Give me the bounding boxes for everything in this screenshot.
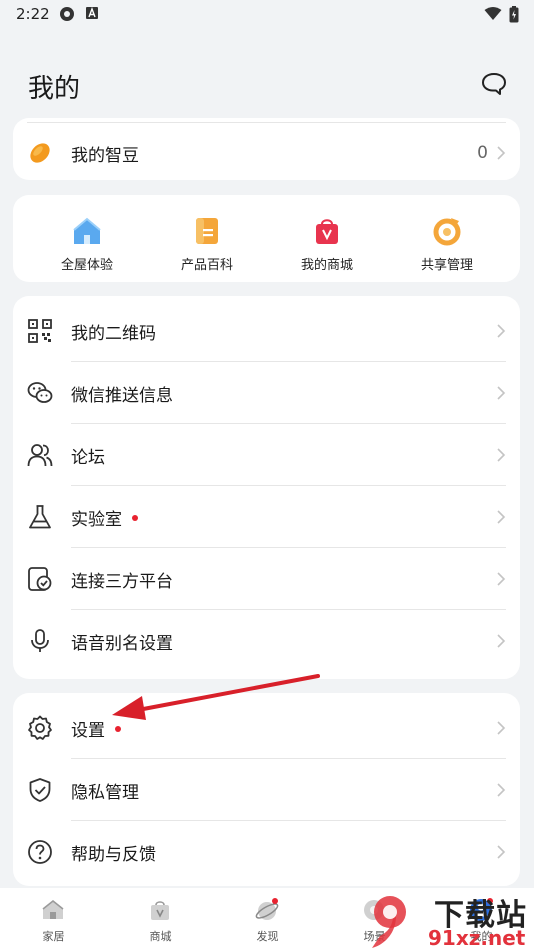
menu-item-label: 论坛	[71, 447, 105, 468]
book-icon	[196, 218, 218, 244]
users-icon	[27, 444, 53, 467]
menu-item-text: 设置	[71, 720, 105, 741]
red-dot-badge	[115, 725, 121, 732]
watermark: 下载站 91xz.net	[366, 892, 534, 950]
quick-action-label: 我的商城	[300, 258, 353, 273]
message-icon[interactable]	[480, 70, 508, 98]
menu-item-voice-alias[interactable]: 语音别名设置	[13, 610, 520, 672]
qr-code-icon	[28, 319, 52, 343]
notification-app-icon	[60, 7, 74, 21]
chevron-right-icon	[497, 634, 506, 648]
menu-item-wechat-push[interactable]: 微信推送信息	[13, 362, 520, 424]
house-icon	[73, 217, 101, 244]
chevron-right-icon	[497, 448, 506, 462]
menu-item-label: 设置	[71, 716, 121, 741]
quick-action-my-mall[interactable]: 我的商城	[267, 195, 387, 282]
gear-icon	[28, 715, 52, 740]
menu-item-forum[interactable]: 论坛	[13, 424, 520, 486]
shield-icon	[29, 778, 51, 802]
store-icon	[151, 901, 169, 920]
flask-icon	[29, 505, 51, 529]
page-title: 我的	[28, 74, 81, 104]
bean-label: 我的智豆	[71, 145, 139, 166]
chevron-right-icon	[497, 572, 506, 586]
quick-action-label: 共享管理	[420, 258, 473, 273]
microphone-icon	[31, 629, 49, 652]
chevron-right-icon	[497, 146, 506, 160]
chevron-right-icon	[497, 721, 506, 735]
quick-action-product-wiki[interactable]: 产品百科	[147, 195, 267, 282]
menu-item-label: 隐私管理	[71, 782, 139, 803]
menu-item-settings[interactable]: 设置	[13, 697, 520, 759]
chevron-right-icon	[497, 510, 506, 524]
settings-card: 设置 隐私管理 帮助与反馈	[13, 693, 520, 886]
menu-item-label: 我的二维码	[71, 323, 156, 344]
shopping-bag-icon	[316, 219, 338, 244]
bean-card: 我的智豆 0	[13, 118, 520, 180]
quick-action-whole-house[interactable]: 全屋体验	[27, 195, 147, 282]
home-icon	[42, 899, 64, 919]
menu-item-label: 语音别名设置	[71, 633, 173, 654]
watermark-logo-icon	[372, 896, 406, 948]
nav-item-store[interactable]: 商城	[107, 888, 214, 950]
nav-item-discover[interactable]: 发现	[214, 888, 321, 950]
battery-icon	[509, 6, 519, 23]
menu-item-qr-code[interactable]: 我的二维码	[13, 300, 520, 362]
menu-item-label: 连接三方平台	[71, 571, 173, 592]
planet-icon	[255, 898, 279, 920]
wechat-icon	[27, 382, 53, 403]
share-icon	[433, 218, 461, 246]
menu-item-label: 微信推送信息	[71, 385, 173, 406]
wifi-icon	[484, 7, 502, 20]
menu-item-label: 帮助与反馈	[71, 844, 156, 865]
menu-item-lab[interactable]: 实验室	[13, 486, 520, 548]
quick-action-share-manage[interactable]: 共享管理	[387, 195, 507, 282]
chevron-right-icon	[497, 324, 506, 338]
status-time: 2:22	[16, 5, 50, 23]
nav-label: 家居	[42, 930, 65, 943]
watermark-site: 91xz.net	[428, 926, 526, 950]
quick-actions-card: 全屋体验 产品百科 我的商城 共享管理	[13, 195, 520, 282]
menu-item-third-party[interactable]: 连接三方平台	[13, 548, 520, 610]
red-dot-badge	[132, 514, 138, 521]
chevron-right-icon	[497, 386, 506, 400]
nav-label: 商城	[149, 930, 172, 943]
menu-card: 我的二维码 微信推送信息 论坛 实验室 连接三方平台 语音别名设置	[13, 296, 520, 679]
quick-action-label: 产品百科	[180, 258, 233, 273]
notification-a-icon	[86, 7, 98, 19]
help-icon	[28, 840, 52, 864]
nav-label: 发现	[256, 930, 279, 943]
third-party-icon	[28, 567, 52, 591]
chevron-right-icon	[497, 845, 506, 859]
menu-item-text: 实验室	[71, 509, 122, 530]
menu-item-privacy[interactable]: 隐私管理	[13, 759, 520, 821]
quick-action-label: 全屋体验	[60, 258, 113, 273]
menu-item-label: 实验室	[71, 505, 138, 530]
bean-icon	[30, 143, 50, 163]
menu-item-help[interactable]: 帮助与反馈	[13, 821, 520, 883]
nav-item-home[interactable]: 家居	[0, 888, 107, 950]
bean-value: 0	[477, 143, 488, 163]
status-bar: 2:22	[0, 0, 534, 28]
chevron-right-icon	[497, 783, 506, 797]
bean-row[interactable]: 我的智豆 0	[13, 122, 520, 184]
